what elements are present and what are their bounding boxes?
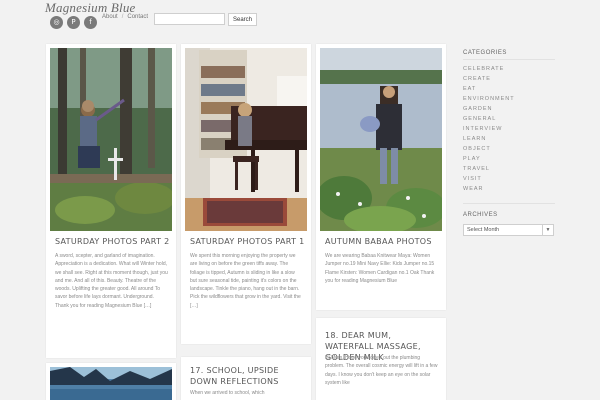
search-input[interactable] xyxy=(154,13,225,25)
category-item[interactable]: CREATE xyxy=(463,74,555,84)
nav-separator: / xyxy=(121,14,124,20)
categories-heading: CATEGORIES xyxy=(463,50,555,60)
category-list: CELEBRATE CREATE EAT ENVIRONMENT GARDEN … xyxy=(463,64,555,194)
post-excerpt: When we arrived to school, which xyxy=(190,390,265,396)
category-item[interactable]: WEAR xyxy=(463,184,555,194)
category-item[interactable]: INTERVIEW xyxy=(463,124,555,134)
nav-about-link[interactable]: About xyxy=(102,14,118,20)
post-excerpt: A sword, scepter, and garland of imagina… xyxy=(55,253,168,309)
top-nav: About / Contact xyxy=(102,14,148,20)
chevron-down-icon: ▼ xyxy=(542,225,553,235)
search-button[interactable]: Search xyxy=(228,13,258,26)
archives-selected-value: Select Month xyxy=(467,227,500,233)
post-title[interactable]: AUTUMN BABAA PHOTOS xyxy=(325,236,440,247)
category-item[interactable]: LEARN xyxy=(463,134,555,144)
post-excerpt: We are wearing Babaa Knitwear Maya: Wome… xyxy=(325,253,435,284)
post-card[interactable] xyxy=(46,363,176,400)
category-item[interactable]: VISIT xyxy=(463,174,555,184)
post-photo-forest[interactable] xyxy=(50,48,172,231)
nav-contact-link[interactable]: Contact xyxy=(127,14,148,20)
category-item[interactable]: EAT xyxy=(463,84,555,94)
archives-dropdown[interactable]: Select Month ▼ xyxy=(463,224,554,236)
category-item[interactable]: OBJECT xyxy=(463,144,555,154)
instagram-icon[interactable]: ◎ xyxy=(50,16,63,29)
post-card[interactable]: 17. SCHOOL, UPSIDE DOWN REFLECTIONS When… xyxy=(181,357,311,400)
post-title[interactable]: 17. SCHOOL, UPSIDE DOWN REFLECTIONS xyxy=(190,365,305,387)
search-form: Search xyxy=(154,13,258,26)
post-photo-piano[interactable] xyxy=(185,48,307,231)
post-title[interactable]: SATURDAY PHOTOS PART 1 xyxy=(190,236,305,247)
archives-heading: ARCHIVES xyxy=(463,212,498,218)
post-excerpt: Hi Mum, Hope you sorted out the plumbing… xyxy=(325,355,438,386)
post-card[interactable]: AUTUMN BABAA PHOTOS We are wearing Babaa… xyxy=(316,44,446,310)
archives-section: ARCHIVES Select Month ▼ xyxy=(463,203,555,236)
category-item[interactable]: ENVIRONMENT xyxy=(463,94,555,104)
category-item[interactable]: TRAVEL xyxy=(463,164,555,174)
social-links: ◎ P f xyxy=(50,16,97,29)
post-card[interactable]: 18. DEAR MUM, WATERFALL MASSAGE, GOLDEN … xyxy=(316,318,446,400)
post-card[interactable]: SATURDAY PHOTOS PART 1 We spent this mor… xyxy=(181,44,311,344)
post-photo-reflection[interactable] xyxy=(50,367,172,400)
category-item[interactable]: GENERAL xyxy=(463,114,555,124)
post-card[interactable]: SATURDAY PHOTOS PART 2 A sword, scepter,… xyxy=(46,44,176,358)
category-item[interactable]: PLAY xyxy=(463,154,555,164)
pinterest-icon[interactable]: P xyxy=(67,16,80,29)
post-title[interactable]: SATURDAY PHOTOS PART 2 xyxy=(55,236,170,247)
post-excerpt: We spent this morning enjoying the prope… xyxy=(190,253,301,309)
post-photo-lake[interactable] xyxy=(320,48,442,231)
category-item[interactable]: GARDEN xyxy=(463,104,555,114)
facebook-icon[interactable]: f xyxy=(84,16,97,29)
sidebar: CATEGORIES CELEBRATE CREATE EAT ENVIRONM… xyxy=(463,50,555,236)
category-item[interactable]: CELEBRATE xyxy=(463,64,555,74)
